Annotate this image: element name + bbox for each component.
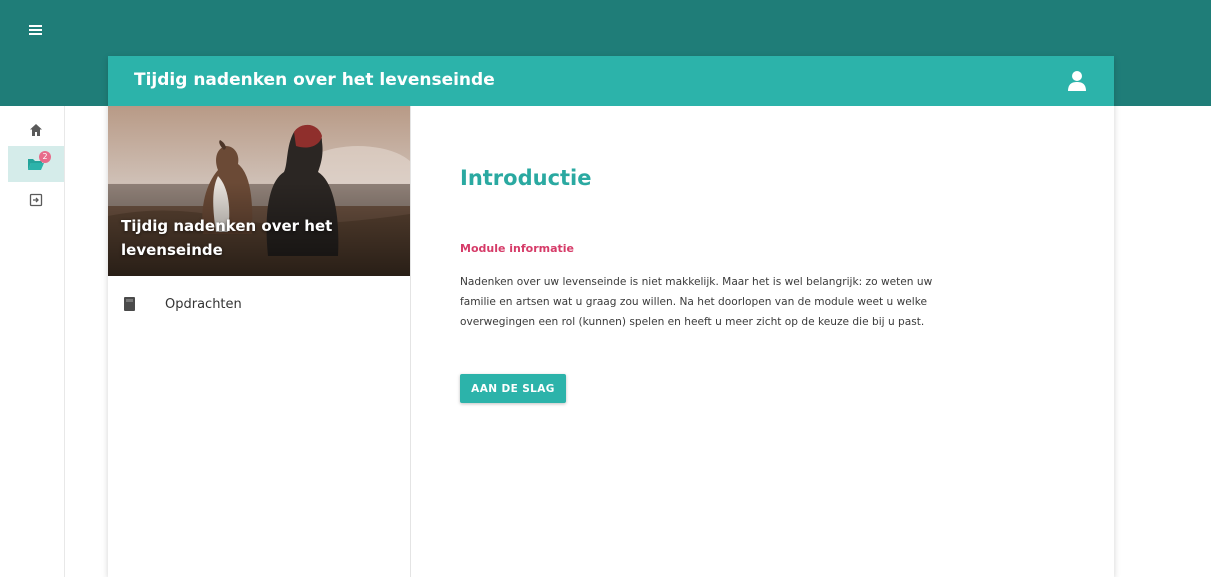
header-title: Tijdig nadenken over het levenseinde: [134, 70, 495, 90]
module-description: Nadenken over uw levenseinde is niet mak…: [460, 276, 933, 328]
menu-item-label: Opdrachten: [165, 297, 242, 312]
menu-button[interactable]: [22, 18, 50, 42]
section-label: Module informatie: [460, 242, 575, 255]
home-icon: [30, 124, 42, 136]
start-button[interactable]: AAN DE SLAG: [460, 374, 566, 403]
logout-icon: [29, 193, 43, 207]
hamburger-icon: [29, 25, 42, 35]
module-card: Tijdig nadenken over het levenseinde Tij…: [108, 56, 1114, 577]
card-header: Tijdig nadenken over het levenseinde: [108, 56, 1114, 106]
side-navigation-rail: 2: [0, 106, 65, 577]
module-sidebar: Tijdig nadenken over het levenseinde Opd…: [108, 106, 411, 577]
book-icon: [124, 297, 135, 311]
hero-image: Tijdig nadenken over het levenseinde: [108, 106, 410, 276]
nav-home[interactable]: [8, 112, 64, 148]
user-icon: [1068, 71, 1086, 91]
notification-badge: 2: [39, 151, 51, 163]
nav-logout[interactable]: [8, 182, 64, 218]
nav-modules[interactable]: 2: [8, 146, 64, 182]
hero-title: Tijdig nadenken over het levenseinde: [121, 217, 333, 259]
menu-item-opdrachten[interactable]: Opdrachten: [108, 289, 410, 325]
user-menu-button[interactable]: [1066, 69, 1088, 93]
page-title: Introductie: [460, 166, 592, 190]
